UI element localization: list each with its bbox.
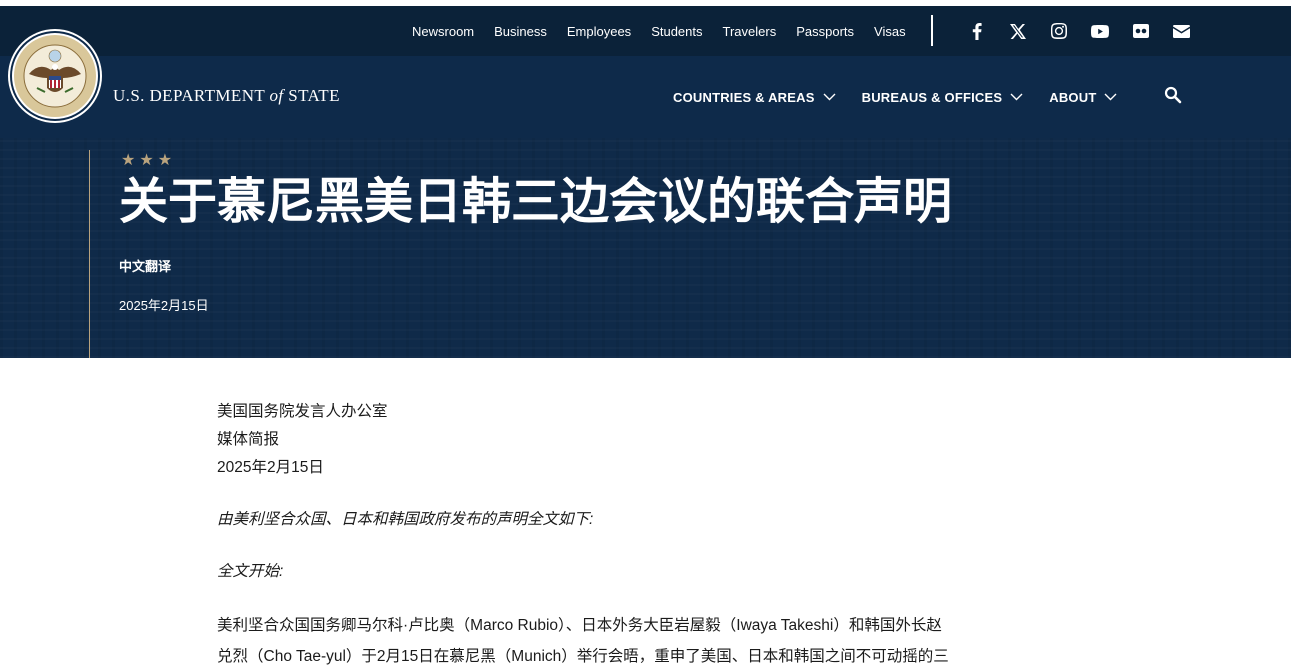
facebook-icon[interactable] bbox=[956, 6, 997, 56]
chevron-down-icon bbox=[1010, 93, 1023, 101]
department-seal-logo[interactable] bbox=[7, 28, 103, 124]
intro-text: 由美利坚合众国、日本和韩国政府发布的声明全文如下: bbox=[217, 511, 594, 528]
hero-accent-rule bbox=[89, 150, 90, 358]
site-brand-name[interactable]: U.S. DEPARTMENT of STATE bbox=[113, 86, 340, 106]
release-type: 媒体简报 bbox=[217, 431, 280, 448]
nav-bureaus-offices[interactable]: BUREAUS & OFFICES bbox=[862, 90, 1024, 105]
issuing-office: 美国国务院发言人办公室 bbox=[217, 403, 388, 420]
instagram-icon[interactable] bbox=[1038, 6, 1079, 56]
nav-countries-label: COUNTRIES & AREAS bbox=[673, 89, 815, 105]
stars-decoration: ★★★ bbox=[121, 152, 177, 169]
nav-bureaus-label: BUREAUS & OFFICES bbox=[861, 89, 1003, 105]
util-link-employees[interactable]: Employees bbox=[567, 24, 631, 39]
page-subtitle: 中文翻译 bbox=[119, 259, 172, 274]
util-link-visas[interactable]: Visas bbox=[874, 24, 906, 39]
email-icon[interactable] bbox=[1161, 6, 1202, 56]
utility-links: Newsroom Business Employees Students Tra… bbox=[412, 6, 906, 56]
utility-bar: Newsroom Business Employees Students Tra… bbox=[0, 6, 1291, 56]
chevron-down-icon bbox=[1104, 93, 1117, 101]
body-paragraph-line: 美利坚合众国国务卿马尔科·卢比奥（Marco Rubio）、日本外务大臣岩屋毅（… bbox=[217, 617, 942, 634]
release-date: 2025年2月15日 bbox=[217, 459, 324, 476]
social-links bbox=[956, 6, 1202, 56]
nav-countries-areas[interactable]: COUNTRIES & AREAS bbox=[673, 90, 836, 105]
begin-text: 全文开始: bbox=[217, 563, 284, 580]
primary-nav: COUNTRIES & AREAS BUREAUS & OFFICES ABOU… bbox=[673, 56, 1117, 138]
chevron-down-icon bbox=[823, 93, 836, 101]
article-body: 美国国务院发言人办公室 媒体简报 2025年2月15日 由美利坚合众国、日本和韩… bbox=[217, 398, 977, 668]
brand-text-pre: U.S. DEPARTMENT bbox=[113, 86, 270, 105]
util-link-newsroom[interactable]: Newsroom bbox=[412, 24, 474, 39]
search-icon[interactable] bbox=[1164, 86, 1184, 106]
utility-divider bbox=[931, 15, 933, 46]
flickr-icon[interactable] bbox=[1120, 6, 1161, 56]
util-link-students[interactable]: Students bbox=[651, 24, 702, 39]
nav-about[interactable]: ABOUT bbox=[1049, 90, 1117, 105]
brand-text-of: of bbox=[269, 86, 284, 105]
util-link-travelers[interactable]: Travelers bbox=[723, 24, 777, 39]
youtube-icon[interactable] bbox=[1079, 6, 1120, 56]
brand-text-post: STATE bbox=[283, 86, 340, 105]
publish-date: 2025年2月15日 bbox=[119, 298, 209, 313]
util-link-passports[interactable]: Passports bbox=[796, 24, 854, 39]
x-icon[interactable] bbox=[997, 6, 1038, 56]
body-paragraph-line: 兑烈（Cho Tae-yul）于2月15日在慕尼黑（Munich）举行会晤，重申… bbox=[217, 648, 949, 665]
page-title: 关于慕尼黑美日韩三边会议的联合声明 bbox=[119, 172, 953, 230]
util-link-business[interactable]: Business bbox=[494, 24, 547, 39]
nav-about-label: ABOUT bbox=[1049, 89, 1097, 105]
